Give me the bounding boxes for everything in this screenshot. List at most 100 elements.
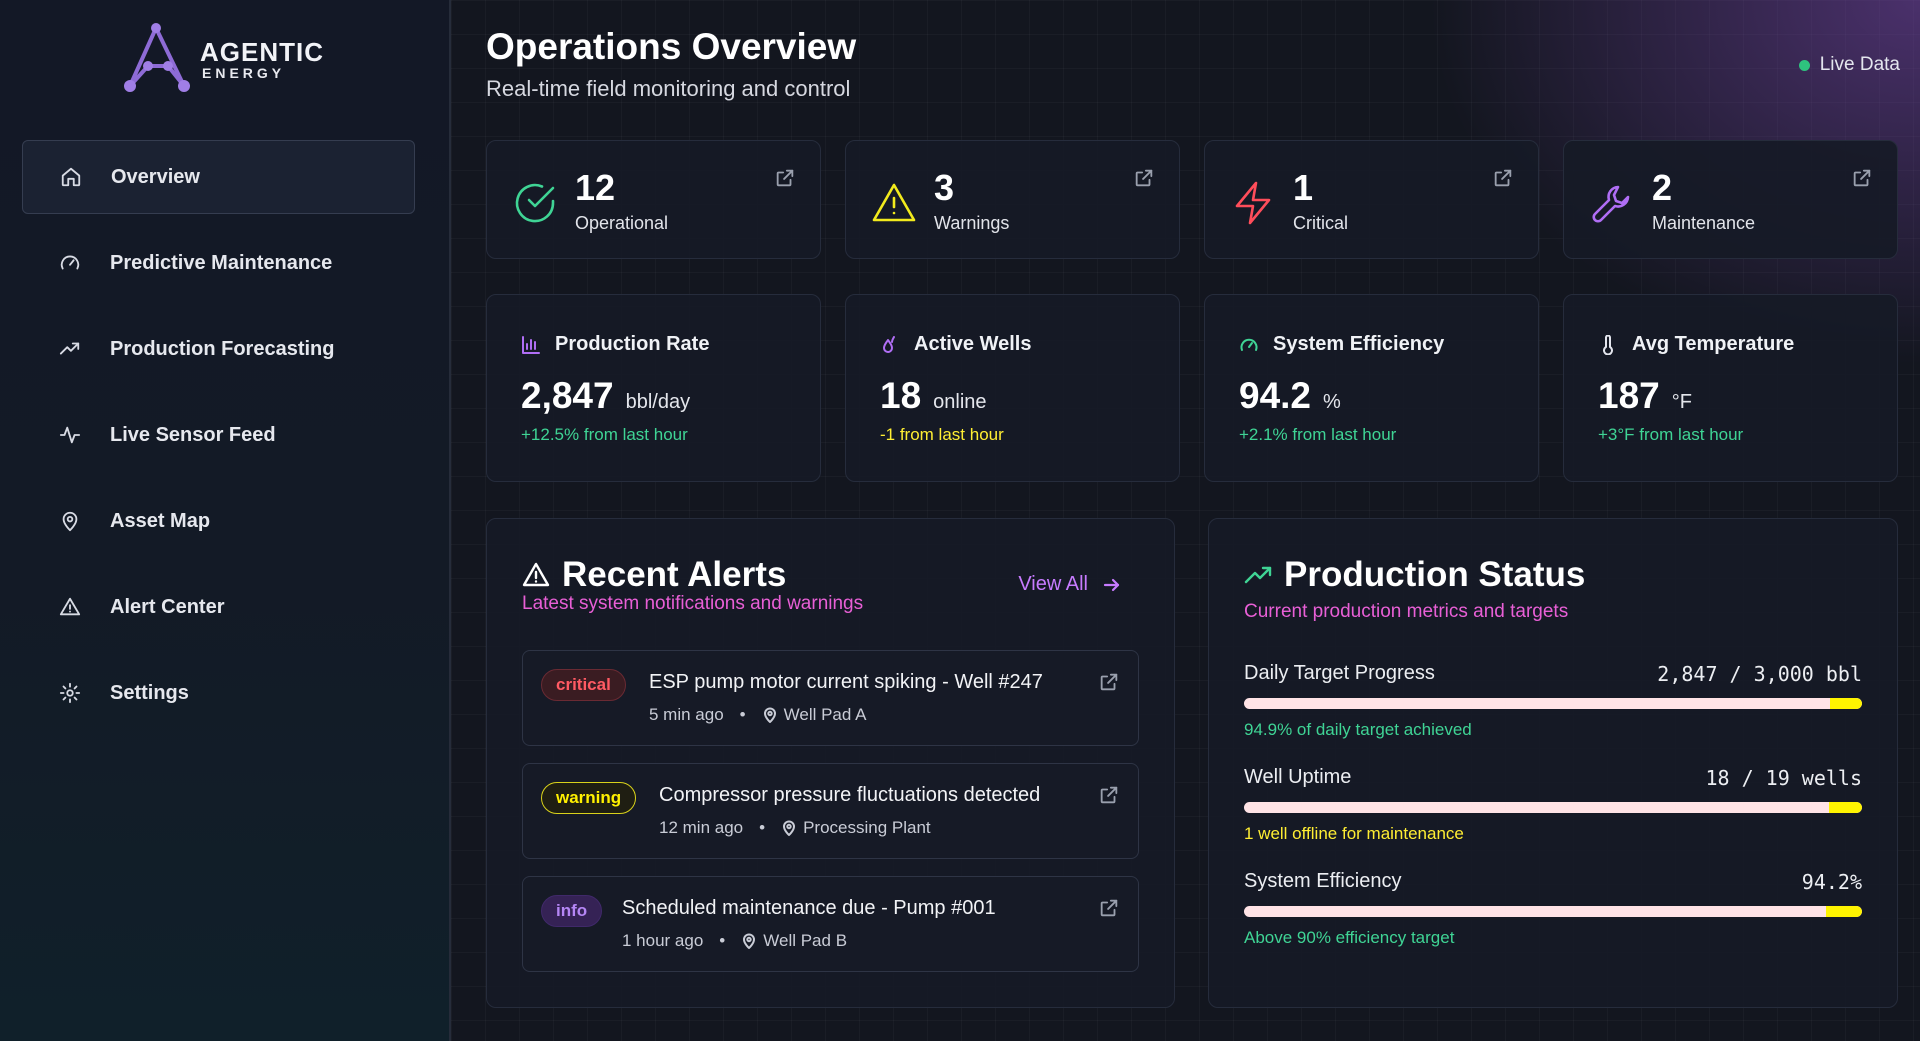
brand-subtitle: ENERGY	[202, 65, 286, 81]
sidebar-item-label: Predictive Maintenance	[110, 251, 333, 274]
recent-alerts-header: Recent Alerts	[522, 555, 786, 595]
map-pin-icon	[58, 509, 82, 533]
metric-card-active-wells: Active Wells 18 online -1 from last hour	[845, 294, 1180, 482]
metric-change: +12.5% from last hour	[521, 425, 688, 444]
production-row-label: Daily Target Progress	[1244, 662, 1435, 684]
severity-badge: warning	[541, 782, 637, 814]
live-data-label: Live Data	[1819, 54, 1900, 75]
sidebar-item-settings[interactable]: Settings	[22, 656, 415, 730]
sidebar-item-label: Live Sensor Feed	[110, 423, 276, 446]
recent-alerts-title: Recent Alerts	[562, 555, 787, 594]
alert-time: 12 min ago	[659, 818, 744, 837]
external-link-icon[interactable]	[1851, 167, 1873, 189]
sidebar-item-predictive-maintenance[interactable]: Predictive Maintenance	[22, 226, 415, 300]
warning-triangle-icon	[870, 179, 918, 227]
status-card-warnings[interactable]: 3 Warnings	[845, 140, 1180, 259]
production-status-subtitle: Current production metrics and targets	[1244, 601, 1569, 622]
production-status-title: Production Status	[1284, 555, 1586, 594]
agentic-logo-icon	[124, 23, 190, 92]
production-row-value: 2,847 / 3,000 bbl	[1657, 662, 1862, 686]
alert-time: 1 hour ago	[622, 931, 704, 950]
metric-title: Avg Temperature	[1632, 333, 1795, 355]
progress-bar	[1244, 802, 1862, 813]
metric-value: 2,847	[521, 375, 614, 416]
sidebar-item-overview[interactable]: Overview	[22, 140, 415, 214]
metric-card-system-efficiency: System Efficiency 94.2 % +2.1% from last…	[1204, 294, 1539, 482]
external-link-icon[interactable]	[774, 167, 796, 189]
arrow-right-icon	[1103, 578, 1120, 591]
status-value: 2	[1652, 167, 1673, 208]
production-status-header: Production Status	[1244, 555, 1585, 595]
lightning-icon	[1229, 179, 1277, 227]
metric-value: 187	[1598, 375, 1660, 416]
severity-badge: critical	[541, 669, 626, 701]
check-circle-icon	[511, 179, 559, 227]
metric-change: -1 from last hour	[880, 425, 1004, 444]
progress-bar-fill	[1826, 906, 1862, 917]
recent-alerts-subtitle: Latest system notifications and warnings	[522, 593, 864, 614]
thermometer-icon	[1603, 334, 1613, 355]
status-label: Operational	[575, 213, 669, 233]
production-row-value: 18 / 19 wells	[1705, 766, 1862, 790]
alert-item[interactable]: info Scheduled maintenance due - Pump #0…	[522, 876, 1139, 972]
activity-icon	[58, 423, 82, 447]
main-content: Operations Overview Real-time field moni…	[451, 0, 1920, 1041]
alert-location: Well Pad A	[783, 705, 867, 724]
metric-unit: %	[1323, 391, 1341, 413]
sidebar-item-live-sensor-feed[interactable]: Live Sensor Feed	[22, 398, 415, 472]
status-label: Critical	[1293, 213, 1349, 233]
metric-title: Production Rate	[555, 333, 710, 355]
brand-logo[interactable]: AGENTIC ENERGY	[122, 22, 324, 96]
sidebar-item-alert-center[interactable]: Alert Center	[22, 570, 415, 644]
progress-bar-fill	[1829, 802, 1862, 813]
status-label: Warnings	[934, 213, 1010, 233]
alert-item[interactable]: critical ESP pump motor current spiking …	[522, 650, 1139, 746]
external-link-icon[interactable]	[1098, 897, 1120, 919]
sidebar-item-label: Overview	[111, 165, 200, 188]
metric-unit: bbl/day	[625, 391, 691, 413]
progress-bar	[1244, 698, 1862, 709]
metric-title: System Efficiency	[1273, 333, 1445, 355]
external-link-icon[interactable]	[1098, 671, 1120, 693]
sidebar-item-production-forecasting[interactable]: Production Forecasting	[22, 312, 415, 386]
recent-alerts-panel: Recent Alerts Latest system notification…	[486, 518, 1175, 1008]
view-all-alerts-link[interactable]: View All	[1018, 573, 1122, 596]
external-link-icon[interactable]	[1098, 784, 1120, 806]
metric-unit: online	[933, 391, 987, 413]
sidebar-item-label: Settings	[110, 681, 189, 704]
external-link-icon[interactable]	[1492, 167, 1514, 189]
alert-triangle-icon	[522, 562, 550, 587]
alert-message: ESP pump motor current spiking - Well #2…	[649, 671, 1043, 693]
progress-bar-fill	[1830, 698, 1862, 709]
severity-badge: info	[541, 895, 603, 927]
alert-time: 5 min ago	[649, 705, 724, 724]
alert-message: Scheduled maintenance due - Pump #001	[622, 897, 996, 919]
metric-value: 18	[880, 375, 922, 416]
sidebar-item-asset-map[interactable]: Asset Map	[22, 484, 415, 558]
sidebar: AGENTIC ENERGY Overview Predictive Maint…	[0, 0, 451, 1041]
production-row-label: System Efficiency	[1244, 870, 1402, 892]
wrench-icon	[1588, 179, 1636, 227]
status-card-critical[interactable]: 1 Critical	[1204, 140, 1539, 259]
production-row-note: 94.9% of daily target achieved	[1244, 720, 1472, 739]
status-card-maintenance[interactable]: 2 Maintenance	[1563, 140, 1898, 259]
trending-up-icon	[1244, 566, 1272, 584]
metric-value: 94.2	[1239, 375, 1312, 416]
external-link-icon[interactable]	[1133, 167, 1155, 189]
map-pin-icon	[783, 820, 796, 836]
live-status-dot	[1798, 59, 1810, 71]
map-pin-icon	[743, 933, 756, 949]
map-pin-icon	[763, 707, 776, 723]
status-value: 12	[575, 167, 616, 208]
production-row-note: Above 90% efficiency target	[1244, 928, 1455, 947]
status-card-operational[interactable]: 12 Operational	[486, 140, 821, 259]
alert-item[interactable]: warning Compressor pressure fluctuations…	[522, 763, 1139, 859]
production-row-note: 1 well offline for maintenance	[1244, 824, 1464, 843]
progress-bar	[1244, 906, 1862, 917]
view-all-label: View All	[1018, 573, 1088, 595]
status-label: Maintenance	[1652, 213, 1756, 233]
gauge-icon	[1240, 338, 1258, 351]
status-value: 1	[1293, 167, 1314, 208]
sidebar-item-label: Production Forecasting	[110, 337, 335, 360]
bar-chart-icon	[522, 335, 540, 354]
